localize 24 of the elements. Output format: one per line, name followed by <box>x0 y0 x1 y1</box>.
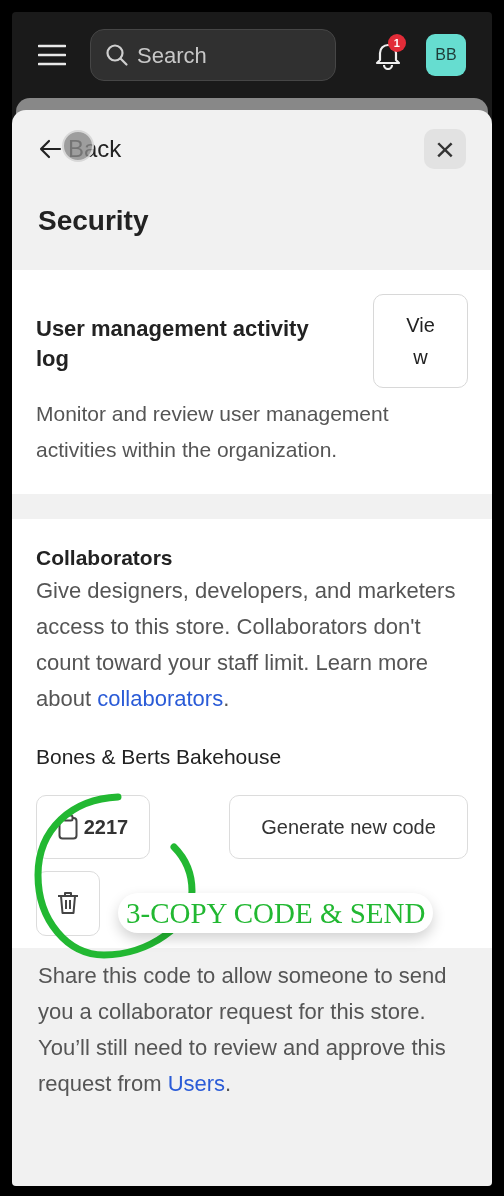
close-button[interactable]: × <box>424 129 466 169</box>
avatar[interactable]: BB <box>425 34 466 76</box>
section-description: Monitor and review user management activities within the organization. <box>36 401 390 463</box>
trash-icon <box>57 891 79 915</box>
store-name: Bones & Berts Bakehouse <box>36 744 283 770</box>
section-title: User management activity log <box>36 315 310 373</box>
search-icon <box>105 43 129 67</box>
users-link[interactable]: Users <box>167 1070 226 1096</box>
collaborators-link[interactable]: collaborators <box>97 686 224 711</box>
section-title: Collaborators <box>36 545 174 571</box>
arrow-left-icon <box>38 139 62 159</box>
clipboard-icon <box>57 813 78 840</box>
search-input[interactable]: Search <box>137 38 321 72</box>
copy-code-button[interactable]: 2217 <box>36 794 150 859</box>
delete-button[interactable] <box>36 870 100 936</box>
section-description: Give designers, developers, and marketers access to this store. Collaborators don't count toward your staff limit. Learn more about collaborators. <box>36 577 457 713</box>
menu-icon[interactable] <box>38 44 66 66</box>
annotation-text: 3-COPY CODE & SEND <box>118 892 434 933</box>
generate-code-button[interactable]: Generate new code <box>229 794 468 859</box>
footer-text: Share this code to allow someone to send you a collaborator request for this store. You’ll still need to review and approve this request from Users. <box>37 961 448 1098</box>
search-field[interactable]: Search <box>90 29 336 81</box>
view-button[interactable]: View <box>373 294 468 388</box>
notification-badge: 1 <box>387 34 406 52</box>
page-title: Security <box>37 204 150 238</box>
